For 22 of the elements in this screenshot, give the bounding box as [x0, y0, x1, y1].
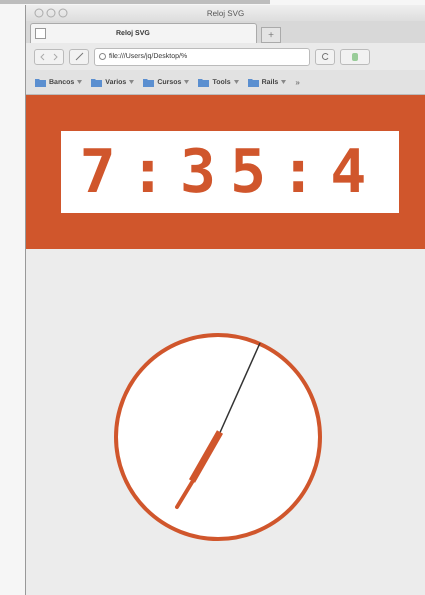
folder-icon	[91, 78, 102, 86]
folder-icon	[198, 78, 210, 86]
window-title: Reloj SVG	[206, 8, 246, 18]
caret-icon	[184, 80, 190, 84]
folder-icon	[248, 78, 259, 86]
caret-icon	[77, 80, 82, 84]
back-forward-button[interactable]	[34, 48, 64, 64]
new-tab-button[interactable]: +	[261, 27, 281, 43]
caret-icon	[129, 80, 134, 84]
back-forward-arrows-icon	[39, 52, 59, 60]
caret-icon	[281, 80, 286, 84]
folder-icon	[35, 78, 46, 86]
digital-clock-time: 7:35:4	[61, 131, 399, 213]
extension-icon	[351, 52, 359, 62]
folder-icon	[143, 78, 154, 86]
reload-button[interactable]	[315, 48, 335, 64]
caret-icon	[234, 80, 239, 84]
bookmarks-overflow[interactable]: »	[295, 78, 300, 86]
page-icon	[35, 28, 46, 39]
fullscreen-button[interactable]	[69, 48, 89, 64]
extension-button[interactable]	[340, 48, 370, 64]
reload-icon	[320, 52, 330, 61]
